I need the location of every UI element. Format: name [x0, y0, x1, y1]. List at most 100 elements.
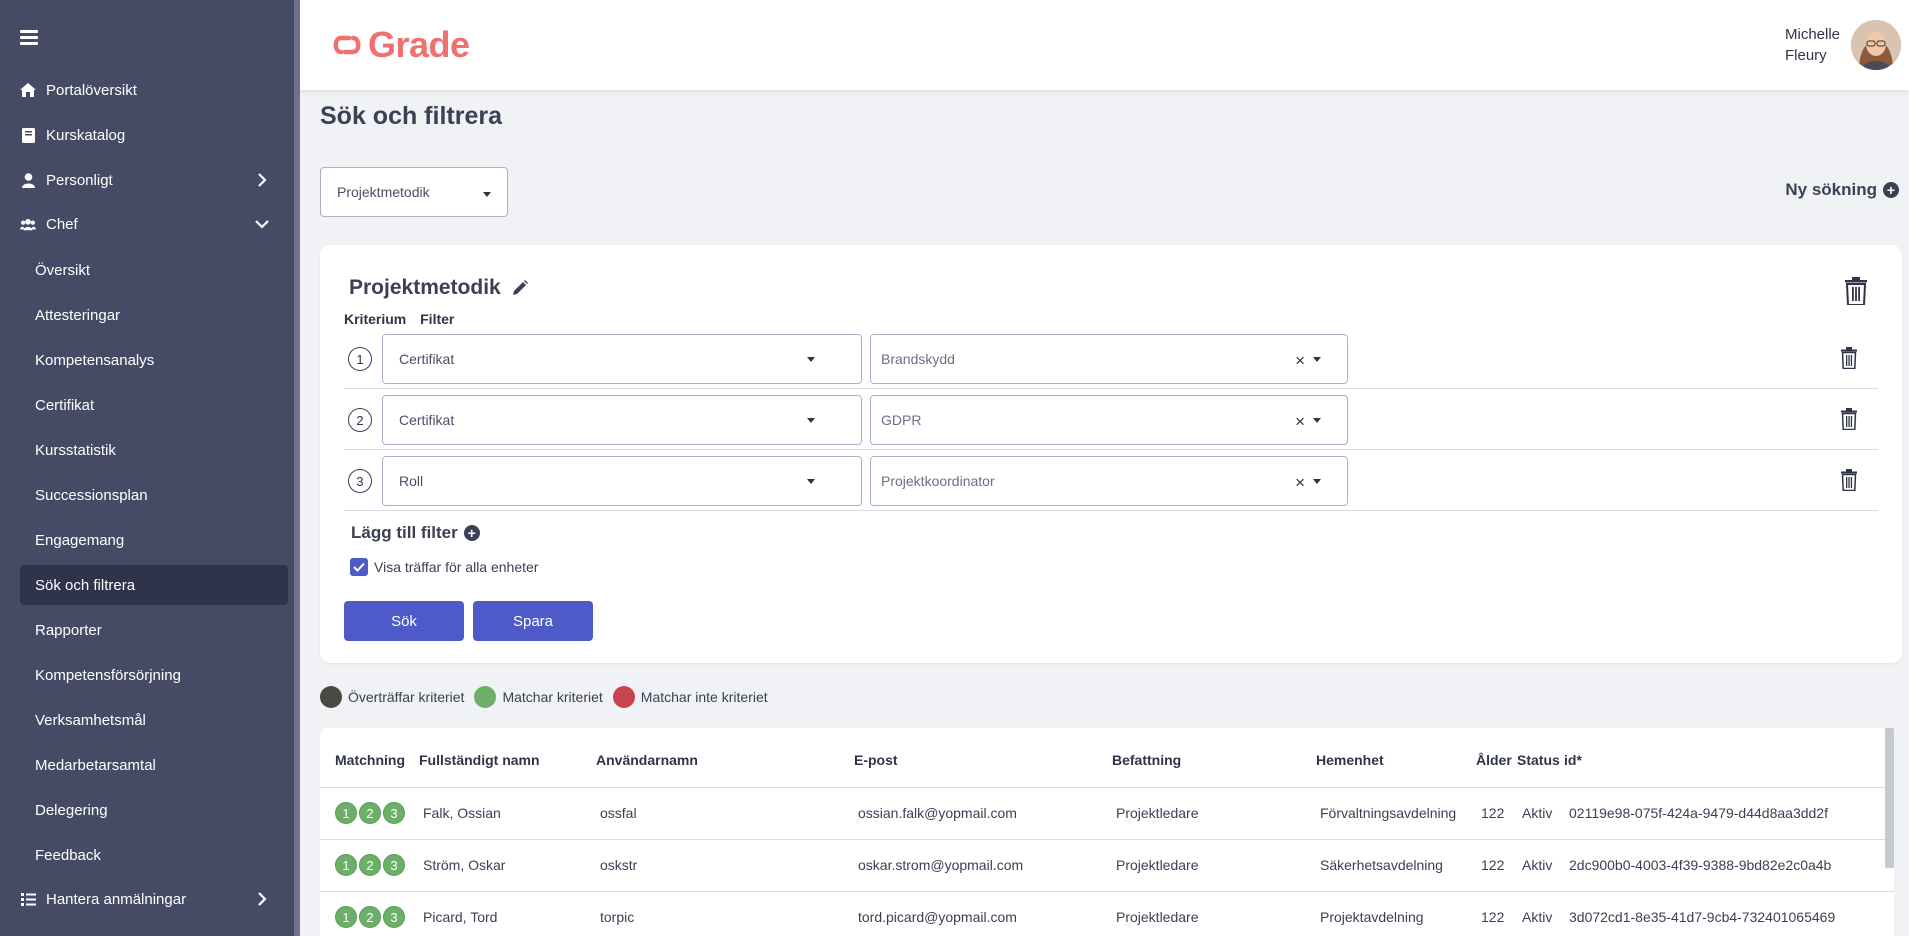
cell-name: Ström, Oskar	[423, 857, 506, 873]
sidebar-sub-feedback[interactable]: Feedback	[20, 835, 288, 875]
sidebar-sub-kompetensanalys[interactable]: Kompetensanalys	[20, 340, 288, 380]
page-title: Sök och filtrera	[320, 102, 502, 130]
sidebar-sub-label: Engagemang	[35, 531, 125, 549]
clear-icon[interactable]: ×	[1295, 473, 1305, 493]
trash-icon[interactable]	[1840, 347, 1858, 369]
sidebar-sub-label: Certifikat	[35, 396, 95, 414]
caret-down-icon[interactable]	[1313, 357, 1321, 362]
col-header-position[interactable]: Befattning	[1112, 752, 1181, 768]
sidebar-sub-attesteringar[interactable]: Attesteringar	[20, 295, 288, 335]
caret-down-icon[interactable]	[1313, 418, 1321, 423]
sidebar-item-personligt[interactable]: Personligt	[20, 160, 288, 200]
hamburger-menu-icon[interactable]	[20, 30, 38, 45]
legend-label: Matchar kriteriet	[502, 689, 603, 705]
caret-down-icon	[807, 479, 815, 484]
criterion-select[interactable]: Certifikat	[382, 334, 862, 384]
sidebar-sub-engagemang[interactable]: Engagemang	[20, 520, 288, 560]
user-name[interactable]: Michelle Fleury	[1785, 24, 1845, 66]
legend-dot	[612, 686, 635, 708]
save-button[interactable]: Spara	[473, 601, 593, 641]
table-scrollbar[interactable]	[1885, 728, 1894, 868]
cell-email: oskar.strom@yopmail.com	[858, 857, 1024, 873]
cell-unit: Projektavdelning	[1320, 909, 1424, 925]
sidebar-sub-oversikt[interactable]: Översikt	[20, 250, 288, 290]
add-filter-button[interactable]: Lägg till filter +	[351, 523, 480, 543]
filter-select[interactable]: Brandskydd ×	[870, 334, 1348, 384]
filter-label: Filter	[420, 311, 455, 327]
user-first-name: Michelle	[1785, 26, 1841, 43]
checkbox-label: Visa träffar för alla enheter	[374, 559, 539, 575]
sidebar-item-hantera-anmalningar[interactable]: Hantera anmälningar	[20, 879, 288, 919]
table-row[interactable]: 1 2 3 Picard, Tord torpic tord.picard@yo…	[320, 891, 1894, 936]
sidebar-sub-sok-och-filtrera[interactable]: Sök och filtrera	[20, 565, 288, 605]
table-row[interactable]: 1 2 3 Ström, Oskar oskstr oskar.strom@yo…	[320, 839, 1894, 891]
results-table: Matchning Fullständigt namn Användarnamn…	[320, 728, 1894, 936]
sidebar-sub-kompetensforsorjning[interactable]: Kompetensförsörjning	[20, 655, 288, 695]
criterion-label: Kriterium	[344, 311, 407, 327]
clear-icon[interactable]: ×	[1295, 351, 1305, 371]
col-header-status[interactable]: Status	[1517, 752, 1560, 768]
sidebar-item-portaloversikt[interactable]: Portalöversikt	[20, 70, 288, 110]
legend-item-exceeds: Överträffar kriteriet	[320, 686, 464, 708]
sidebar-sub-rapporter[interactable]: Rapporter	[20, 610, 288, 650]
trash-icon[interactable]	[1840, 469, 1858, 491]
sidebar-sub-kursstatistik[interactable]: Kursstatistik	[20, 430, 288, 470]
sidebar-sub-certifikat[interactable]: Certifikat	[20, 385, 288, 425]
cell-age: 122	[1481, 805, 1505, 821]
sidebar-item-label: Personligt	[46, 171, 113, 189]
clear-icon[interactable]: ×	[1295, 412, 1305, 432]
caret-down-icon[interactable]	[1313, 479, 1321, 484]
sidebar-sub-verksamhetsmal[interactable]: Verksamhetsmål	[20, 700, 288, 740]
match-badges: 1 2 3	[335, 854, 407, 876]
sidebar-sub-label: Attesteringar	[35, 306, 121, 324]
col-header-unit[interactable]: Hemenhet	[1316, 752, 1384, 768]
caret-down-icon	[807, 418, 815, 423]
col-header-username[interactable]: Användarnamn	[596, 752, 698, 768]
sidebar-sub-label: Successionsplan	[35, 486, 148, 504]
saved-search-select[interactable]: Projektmetodik	[320, 167, 508, 217]
sidebar-sub-label: Rapporter	[35, 621, 102, 639]
filter-select[interactable]: GDPR ×	[870, 395, 1348, 445]
criterion-select[interactable]: Certifikat	[382, 395, 862, 445]
col-header-name[interactable]: Fullständigt namn	[419, 752, 540, 768]
sidebar-item-kurskatalog[interactable]: Kurskatalog	[20, 115, 288, 155]
col-header-match[interactable]: Matchning	[335, 752, 405, 768]
match-badge: 2	[359, 854, 381, 876]
home-icon	[20, 82, 36, 98]
legend-dot	[320, 686, 342, 708]
sidebar-item-chef[interactable]: Chef	[20, 204, 288, 244]
col-header-age[interactable]: Ålder	[1476, 752, 1512, 768]
pencil-icon[interactable]	[511, 279, 529, 297]
match-badge: 3	[383, 802, 405, 824]
sidebar-sub-successionsplan[interactable]: Successionsplan	[20, 475, 288, 515]
new-search-button[interactable]: Ny sökning +	[1785, 180, 1899, 200]
sidebar-sub-label: Verksamhetsmål	[35, 711, 146, 729]
caret-down-icon	[483, 192, 491, 197]
trash-icon[interactable]	[1840, 408, 1858, 430]
row-number: 3	[348, 469, 372, 493]
cell-status: Aktiv	[1522, 805, 1553, 821]
cell-age: 122	[1481, 909, 1505, 925]
sidebar-sub-delegering[interactable]: Delegering	[20, 790, 288, 830]
table-row[interactable]: 1 2 3 Falk, Ossian ossfal ossian.falk@yo…	[320, 787, 1894, 839]
sidebar-sub-label: Delegering	[35, 801, 108, 819]
col-header-email[interactable]: E-post	[854, 752, 898, 768]
sidebar-item-label: Kurskatalog	[46, 126, 126, 144]
col-header-id[interactable]: id*	[1564, 752, 1582, 768]
cell-status: Aktiv	[1522, 857, 1553, 873]
cell-id: 3d072cd1-8e35-41d7-9cb4-732401065469	[1569, 909, 1836, 925]
avatar[interactable]	[1851, 20, 1901, 70]
sidebar-sub-medarbetarsamtal[interactable]: Medarbetarsamtal	[20, 745, 288, 785]
match-badge: 1	[335, 906, 357, 928]
grade-logo[interactable]: Grade	[332, 24, 470, 66]
filter-select[interactable]: Projektkoordinator ×	[870, 456, 1348, 506]
trash-icon[interactable]	[1844, 277, 1868, 305]
legend-dot	[474, 686, 497, 708]
checkbox-checked-icon[interactable]	[350, 558, 368, 576]
sidebar-sub-label: Kompetensförsörjning	[35, 666, 181, 684]
criterion-select[interactable]: Roll	[382, 456, 862, 506]
search-button[interactable]: Sök	[344, 601, 464, 641]
row-number: 2	[348, 408, 372, 432]
top-header: Grade Michelle Fleury	[300, 0, 1909, 90]
show-all-units-checkbox[interactable]: Visa träffar för alla enheter	[350, 558, 538, 576]
